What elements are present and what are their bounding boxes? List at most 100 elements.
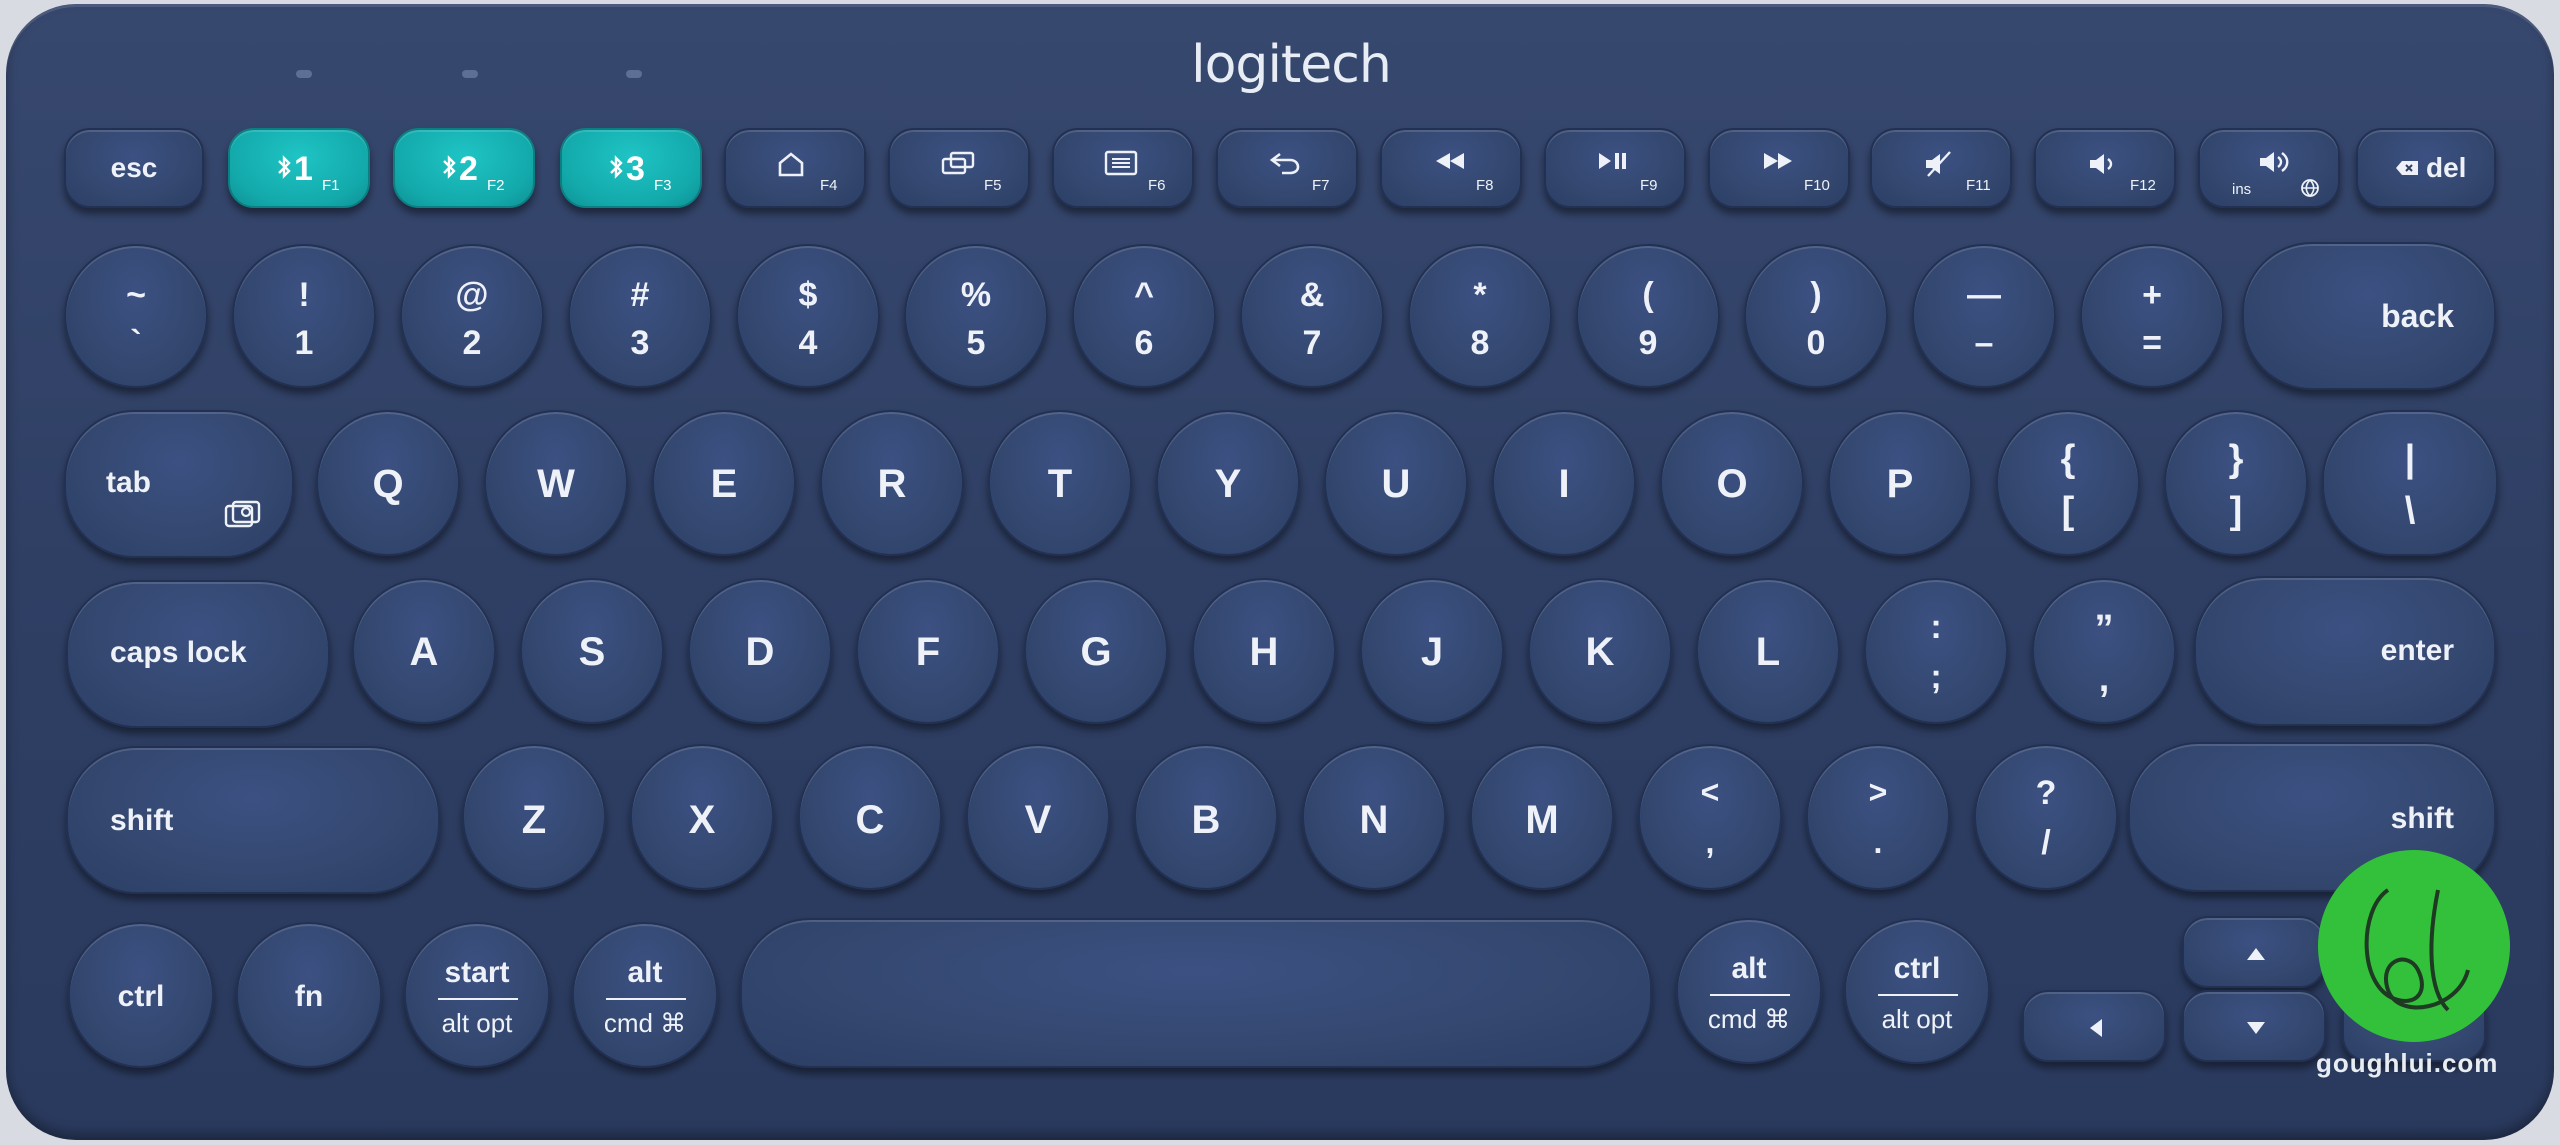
period-key[interactable]: >.	[1806, 744, 1950, 890]
spacebar-key[interactable]	[740, 918, 1652, 1068]
arrow-up-key[interactable]	[2182, 916, 2326, 988]
tab-key[interactable]: tab	[64, 410, 294, 558]
semicolon-key[interactable]: :;	[1864, 578, 2008, 724]
comma-key[interactable]: <,	[1638, 744, 1782, 890]
key-bottom-label: .	[1873, 824, 1883, 860]
fn-key-f2[interactable]: 2 F2	[393, 128, 535, 208]
letter-key[interactable]: J	[1360, 578, 1504, 724]
letter-key[interactable]: U	[1324, 410, 1468, 556]
key-label: Y	[1214, 462, 1242, 506]
fn-key-f5[interactable]: F5	[888, 128, 1030, 208]
letter-key[interactable]: H	[1192, 578, 1336, 724]
alt-left-key[interactable]: alt cmd ⌘	[572, 922, 718, 1068]
key-top-label: }	[2228, 438, 2244, 480]
key-bottom-label: 1	[294, 324, 314, 362]
number-key[interactable]: & 7	[1240, 244, 1384, 388]
key-top-label: )	[1810, 276, 1822, 314]
letter-key[interactable]: E	[652, 410, 796, 556]
alt-right-key[interactable]: alt cmd ⌘	[1676, 918, 1822, 1064]
ctrl-left-key[interactable]: ctrl	[68, 922, 214, 1068]
number-key[interactable]: @2	[400, 244, 544, 388]
number-key[interactable]: #3	[568, 244, 712, 388]
letter-key[interactable]: D	[688, 578, 832, 724]
watermark-text: goughlui.com	[2316, 1048, 2499, 1078]
ctrl-right-key[interactable]: ctrl alt opt	[1844, 918, 1990, 1064]
key-label: H	[1249, 630, 1279, 674]
letter-key[interactable]: V	[966, 744, 1110, 890]
back-arrow-icon	[1268, 150, 1302, 180]
number-key[interactable]: — –	[1912, 244, 2056, 388]
bracket-key[interactable]: | \	[2322, 410, 2498, 556]
fn-key-f12[interactable]: F12	[2034, 128, 2176, 208]
fn-key-f8[interactable]: F8	[1380, 128, 1522, 208]
caps-lock-key[interactable]: caps lock	[66, 580, 330, 728]
fn-key-f9[interactable]: F9	[1544, 128, 1686, 208]
arrow-down-key[interactable]	[2182, 990, 2326, 1062]
arrow-left-key[interactable]	[2022, 990, 2166, 1062]
fn-key-esc[interactable]: esc	[64, 128, 204, 208]
quote-key[interactable]: ”,	[2032, 578, 2176, 724]
key-top-label: (	[1642, 276, 1654, 314]
letter-key[interactable]: G	[1024, 578, 1168, 724]
key-label: 3	[626, 150, 645, 188]
number-key[interactable]: * 8	[1408, 244, 1552, 388]
bracket-key[interactable]: }]	[2164, 410, 2308, 556]
letter-key[interactable]: I	[1492, 410, 1636, 556]
key-bottom-label: cmd ⌘	[603, 1008, 687, 1038]
letter-key[interactable]: P	[1828, 410, 1972, 556]
letter-key[interactable]: Y	[1156, 410, 1300, 556]
key-label: P	[1886, 462, 1914, 506]
shift-left-key[interactable]: shift	[66, 746, 440, 894]
letter-key[interactable]: M	[1470, 744, 1614, 890]
letter-key[interactable]: Z	[462, 744, 606, 890]
back-key[interactable]: back	[2242, 242, 2496, 390]
letter-key[interactable]: A	[352, 578, 496, 724]
number-key[interactable]: ! 1	[232, 244, 376, 388]
key-label: Z	[521, 798, 547, 842]
key-top-label: >	[1868, 774, 1888, 810]
letter-key[interactable]: X	[630, 744, 774, 890]
letter-key[interactable]: C	[798, 744, 942, 890]
volume-up-icon	[2256, 148, 2296, 180]
menu-icon	[1104, 150, 1138, 180]
letter-key[interactable]: F	[856, 578, 1000, 724]
fn-key-f1[interactable]: 1 F1	[228, 128, 370, 208]
fn-key-f6[interactable]: F6	[1052, 128, 1194, 208]
key-label: 2	[459, 150, 478, 188]
fn-key-f11[interactable]: F11	[1870, 128, 2012, 208]
letter-key[interactable]: B	[1134, 744, 1278, 890]
letter-key[interactable]: R	[820, 410, 964, 556]
fn-key-f4[interactable]: F4	[724, 128, 866, 208]
number-key[interactable]: ^ 6	[1072, 244, 1216, 388]
number-key[interactable]: ~ `	[64, 244, 208, 388]
key-bottom-label: 8	[1470, 324, 1490, 362]
fn-key-f3[interactable]: 3 F3	[560, 128, 702, 208]
number-key[interactable]: $4	[736, 244, 880, 388]
key-top-label: ?	[2035, 774, 2057, 812]
bluetooth-icon	[276, 154, 292, 184]
letter-key[interactable]: Q	[316, 410, 460, 556]
enter-key[interactable]: enter	[2194, 576, 2496, 726]
fn-key-del[interactable]: del	[2356, 128, 2496, 208]
start-key[interactable]: start alt opt	[404, 922, 550, 1068]
letter-key[interactable]: O	[1660, 410, 1804, 556]
status-led	[296, 70, 312, 78]
number-key[interactable]: + =	[2080, 244, 2224, 388]
number-key[interactable]: % 5	[904, 244, 1048, 388]
letter-key[interactable]: K	[1528, 578, 1672, 724]
number-key[interactable]: (9	[1576, 244, 1720, 388]
fn-key[interactable]: fn	[236, 922, 382, 1068]
key-top-label: #	[630, 276, 650, 314]
letter-key[interactable]: S	[520, 578, 664, 724]
letter-key[interactable]: W	[484, 410, 628, 556]
number-key[interactable]: ) 0	[1744, 244, 1888, 388]
slash-key[interactable]: ? /	[1974, 744, 2118, 890]
letter-key[interactable]: L	[1696, 578, 1840, 724]
fn-key-f7[interactable]: F7	[1216, 128, 1358, 208]
bracket-key[interactable]: {[	[1996, 410, 2140, 556]
letter-key[interactable]: N	[1302, 744, 1446, 890]
key-label: back	[2381, 298, 2454, 334]
fn-key-f10[interactable]: F10	[1708, 128, 1850, 208]
letter-key[interactable]: T	[988, 410, 1132, 556]
fn-key-ins[interactable]: ins	[2198, 128, 2340, 208]
